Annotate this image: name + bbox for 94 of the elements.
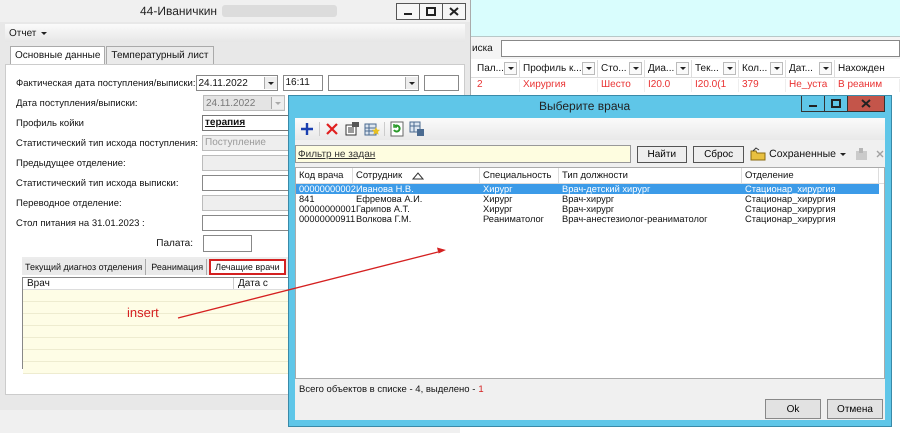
- export-table-icon[interactable]: [409, 121, 425, 137]
- dropdown-field[interactable]: 24.11.2022: [196, 75, 278, 91]
- caret-icon: [772, 66, 780, 71]
- column-header[interactable]: Профиль к...: [520, 60, 598, 77]
- caret-icon: [839, 152, 847, 156]
- filter-dropdown[interactable]: [582, 62, 595, 75]
- saved-filters-dropdown[interactable]: Сохраненные: [750, 147, 847, 161]
- list-row[interactable]: 841 Ефремова А.И. Хирург Врач-хирург Стационар_хирургия: [296, 194, 884, 204]
- filter-dropdown[interactable]: [504, 62, 517, 75]
- button[interactable]: Сброс: [693, 146, 744, 162]
- add-icon[interactable]: [299, 121, 315, 137]
- minimize-button[interactable]: [397, 4, 419, 18]
- column-header[interactable]: Врач: [23, 278, 234, 289]
- input-field[interactable]: [424, 75, 458, 91]
- table-cell: 379: [739, 79, 786, 92]
- column-header[interactable]: Сотрудник: [353, 168, 480, 183]
- caret-icon: [584, 66, 592, 71]
- table-cell: Хирургия: [520, 79, 598, 92]
- field-label: Переводное отделение:: [16, 198, 123, 208]
- field-label: Палата:: [155, 238, 193, 248]
- button[interactable]: Найти: [636, 146, 688, 162]
- minimize-icon: [809, 105, 817, 107]
- column-header[interactable]: Тек...: [692, 60, 739, 77]
- table-cell: Шесто: [598, 79, 645, 92]
- table-cell: Не_уста: [786, 79, 835, 92]
- field-label: Дата поступления/выписки:: [16, 98, 139, 108]
- maximize-icon: [830, 98, 842, 109]
- caret-icon: [726, 66, 734, 71]
- filter-dropdown[interactable]: [819, 62, 832, 75]
- column-header[interactable]: Дата с: [234, 278, 268, 289]
- table-cell: I20.0(1: [692, 79, 739, 92]
- input-field[interactable]: [203, 234, 252, 252]
- field-label: Фактическая дата поступления/выписки:: [16, 78, 196, 88]
- folder-icon: [750, 147, 766, 161]
- table-cell: 2: [474, 79, 520, 92]
- caret-icon: [678, 66, 686, 71]
- tab[interactable]: Температурный лист: [106, 46, 214, 64]
- field-label: Статистический тип исхода выписки:: [16, 178, 180, 188]
- button[interactable]: Отмена: [827, 399, 883, 419]
- annotation-label: insert: [127, 305, 159, 320]
- menu-item[interactable]: Отчет: [9, 28, 48, 38]
- column-header[interactable]: Специальность: [480, 168, 559, 183]
- column-header[interactable]: Сто...: [598, 60, 645, 77]
- caret-icon: [40, 30, 48, 36]
- dropdown-field[interactable]: [328, 75, 418, 91]
- properties-icon[interactable]: [344, 121, 360, 137]
- time-field[interactable]: 16:11: [282, 75, 322, 91]
- field-label: Стол питания на 31.01.2023 :: [16, 218, 146, 228]
- caret-icon: [274, 100, 282, 106]
- status-text: Всего объектов в списке - 4, выделено -: [299, 384, 476, 395]
- tab[interactable]: Основные данные: [10, 46, 106, 64]
- field-label: Предыдущее отделение:: [16, 158, 127, 168]
- filter-dropdown[interactable]: [629, 62, 642, 75]
- window-title: Выберите врача: [539, 99, 630, 113]
- refresh-icon[interactable]: [389, 121, 405, 137]
- button[interactable]: Ok: [765, 399, 821, 419]
- column-header[interactable]: Кол...: [739, 60, 786, 77]
- field-label: Статистический тип исхода поступления:: [16, 138, 200, 148]
- field-label: Профиль койки: [16, 118, 85, 128]
- table-star-icon[interactable]: [364, 121, 380, 137]
- table-cell: В реаним: [835, 79, 900, 92]
- caret-icon: [408, 80, 416, 86]
- close-icon: [448, 6, 460, 16]
- table-cell: I20.0: [645, 79, 692, 92]
- tab[interactable]: Лечащие врачи: [209, 259, 286, 275]
- filter-field[interactable]: Фильтр не задан: [295, 145, 631, 163]
- filter-link[interactable]: Фильтр не задан: [298, 148, 376, 160]
- caret-icon: [506, 66, 514, 71]
- column-header[interactable]: Диа...: [645, 60, 692, 77]
- close-button[interactable]: [442, 4, 465, 18]
- column-header[interactable]: Пал...: [474, 60, 520, 77]
- list-row[interactable]: 00000000911Волкова Г.М. Реаниматолог Врач-анестезиолог-реаниматолог Стационар_хирургия: [296, 214, 884, 224]
- maximize-icon: [425, 6, 437, 16]
- close-icon: [860, 98, 872, 109]
- caret-icon: [266, 80, 274, 86]
- tab[interactable]: Текущий диагноз отделения: [22, 259, 146, 275]
- delete-icon[interactable]: [324, 121, 340, 137]
- filter-dropdown[interactable]: [723, 62, 736, 75]
- search-field[interactable]: [500, 40, 900, 56]
- minimize-icon: [404, 12, 412, 14]
- column-header[interactable]: Нахожден: [835, 60, 900, 77]
- column-header[interactable]: Отделение: [742, 168, 879, 183]
- caret-icon: [822, 66, 830, 71]
- filter-dropdown[interactable]: [770, 62, 783, 75]
- window-title: 44-Иваничкин: [140, 4, 218, 18]
- column-header[interactable]: Тип должности: [559, 168, 742, 183]
- list-row[interactable]: 00000000001Гарипов А.Т. Хирург Врач-хирург Стационар_хирургия: [296, 204, 884, 214]
- column-header[interactable]: Код врача: [296, 168, 353, 183]
- selected-count: 1: [478, 384, 484, 395]
- caret-icon: [632, 66, 640, 71]
- column-header[interactable]: Дат...: [786, 60, 835, 77]
- maximize-button[interactable]: [419, 4, 442, 18]
- filter-dropdown[interactable]: [676, 62, 689, 75]
- search-label: иска: [472, 42, 493, 54]
